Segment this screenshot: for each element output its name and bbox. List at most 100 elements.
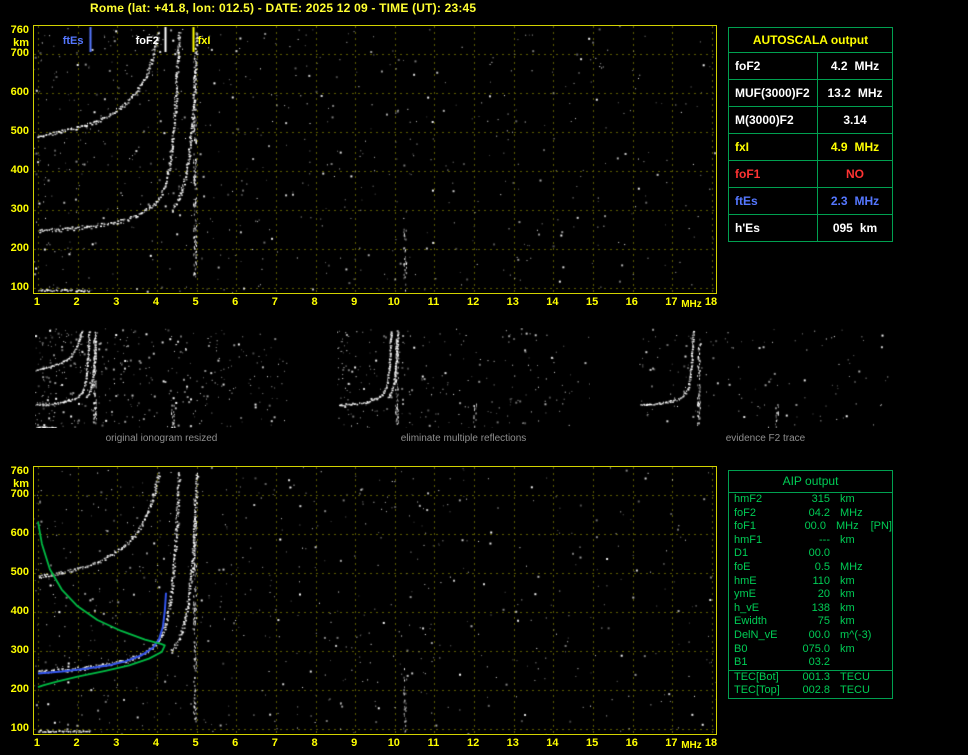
aip-row-hmF2: hmF2 315 km bbox=[729, 493, 892, 507]
value-unit: MHz bbox=[854, 194, 880, 208]
autoscala-row-value: 3.14 bbox=[818, 107, 892, 133]
aip-row-value: 00.0 bbox=[808, 547, 830, 560]
autoscala-table: AUTOSCALA output foF2 4.2 MHz MUF(3000)F2 13… bbox=[728, 27, 893, 242]
x-tick-label: 9 bbox=[351, 296, 358, 308]
aip-row-ymE: ymE 20 km bbox=[729, 588, 892, 602]
aip-row-unit: km bbox=[840, 588, 855, 601]
y-tick-label: 300 bbox=[10, 203, 29, 216]
autoscala-row-foF1: foF1 NO bbox=[729, 161, 892, 188]
aip-row-unit: km bbox=[840, 574, 855, 587]
x-tick-label: 14 bbox=[546, 296, 559, 308]
x-tick-label: 1 bbox=[33, 296, 41, 308]
aip-row-unit: MHz bbox=[835, 520, 859, 533]
x-tick-label: 6 bbox=[232, 737, 239, 749]
autoscala-row-label: MUF(3000)F2 bbox=[729, 80, 818, 106]
y-tick-label: 100 bbox=[10, 281, 29, 294]
aip-row-label: foF2 bbox=[734, 506, 757, 519]
thumbnail-f2-trace bbox=[639, 328, 892, 428]
aip-row-unit: km bbox=[840, 615, 855, 628]
aip-row-unit: TECU bbox=[840, 684, 870, 697]
x-tick-label: 12 bbox=[467, 737, 480, 749]
autoscala-row-label: h'Es bbox=[729, 215, 818, 241]
y-axis-unit-label: km bbox=[13, 36, 29, 49]
autoscala-row-value: 4.2 MHz bbox=[818, 53, 892, 79]
autoscala-row-value: NO bbox=[818, 161, 892, 187]
marker-label-ftEs: ftEs bbox=[62, 35, 84, 47]
autoscala-row-h'Es: h'Es 095 km bbox=[729, 215, 892, 241]
aip-row-h_vE: h_vE 138 km bbox=[729, 602, 892, 616]
marker-label-foF2: foF2 bbox=[135, 35, 159, 47]
x-tick-label: 3 bbox=[113, 296, 120, 308]
thumbnail-caption-f2-trace: evidence F2 trace bbox=[725, 433, 806, 444]
autoscala-row-label: M(3000)F2 bbox=[729, 107, 818, 133]
x-tick-label: 5 bbox=[192, 296, 199, 308]
autoscala-row-label: fxI bbox=[729, 134, 818, 160]
aip-row-label: hmE bbox=[734, 574, 757, 587]
aip-row-label: TEC[Bot] bbox=[734, 670, 779, 683]
aip-row-label: hmF2 bbox=[734, 493, 763, 505]
x-tick-label: 3 bbox=[113, 737, 120, 749]
aip-row-value: 00.0 bbox=[804, 520, 826, 533]
thumbnail-caption-no-multiples: eliminate multiple reflections bbox=[400, 433, 527, 444]
aip-row-unit: MHz bbox=[840, 506, 863, 519]
autoscala-row-ftEs: ftEs 2.3 MHz bbox=[729, 188, 892, 215]
aip-table: AIP output hmF2 315 km foF2 04.2 MHz foF1 00.0 M… bbox=[728, 470, 893, 699]
x-axis-unit-label: MHz bbox=[681, 299, 702, 310]
aip-table-header: AIP output bbox=[729, 471, 892, 493]
x-tick-label: 18 bbox=[704, 296, 718, 308]
autoscala-row-foF2: foF2 4.2 MHz bbox=[729, 53, 892, 80]
aip-row-value: 138 bbox=[811, 601, 830, 614]
value-unit: MHz bbox=[854, 59, 880, 73]
aip-row-unit: km bbox=[840, 601, 855, 614]
x-tick-label: 2 bbox=[73, 737, 80, 749]
x-tick-label: 1 bbox=[33, 737, 41, 749]
x-tick-label: 7 bbox=[271, 737, 278, 749]
autoscala-table-header: AUTOSCALA output bbox=[729, 28, 892, 53]
value-text: 13.2 bbox=[827, 86, 851, 100]
value-unit: MHz bbox=[854, 140, 880, 154]
thumbnail-original-canvas bbox=[35, 328, 288, 428]
aip-row-label: TEC[Top] bbox=[734, 684, 780, 697]
y-tick-label: 500 bbox=[10, 125, 29, 138]
aip-row-unit: TECU bbox=[840, 670, 870, 683]
y-tick-label: 100 bbox=[10, 722, 29, 735]
ionogram-plot-bottom bbox=[33, 466, 717, 735]
y-tick-label: 500 bbox=[10, 566, 29, 579]
y-tick-label: 600 bbox=[10, 527, 29, 540]
aip-row-unit: km bbox=[840, 642, 855, 655]
autoscala-row-value: 13.2 MHz bbox=[818, 80, 892, 106]
x-tick-label: 8 bbox=[311, 737, 318, 749]
aip-row-unit: km bbox=[840, 493, 855, 505]
aip-row-foE: foE 0.5 MHz bbox=[729, 561, 892, 575]
aip-row-label: B1 bbox=[734, 656, 748, 669]
aip-row-value: 20 bbox=[817, 588, 830, 601]
autoscala-row-label: foF2 bbox=[729, 53, 818, 79]
value-text: 3.14 bbox=[843, 113, 867, 127]
y-axis-unit-label: km bbox=[13, 477, 29, 490]
aip-row-D1: D1 00.0 bbox=[729, 547, 892, 561]
page-title: Rome (lat: +41.8, lon: 012.5) - DATE: 20… bbox=[90, 1, 477, 15]
x-tick-label: 14 bbox=[546, 737, 559, 749]
aip-row-value: 0.5 bbox=[814, 560, 830, 573]
aip-row-unit bbox=[830, 656, 840, 670]
value-text: NO bbox=[846, 167, 864, 181]
y-tick-label: 760 bbox=[10, 464, 29, 477]
aip-row-value: 315 bbox=[811, 493, 830, 505]
value-unit: MHz bbox=[857, 86, 883, 100]
aip-row-label: h_vE bbox=[734, 601, 760, 614]
value-text: 2.3 bbox=[830, 194, 848, 208]
aip-row-label: foF1 bbox=[734, 520, 757, 533]
aip-row-value: 00.0 bbox=[808, 628, 830, 641]
x-tick-label: 8 bbox=[311, 296, 318, 308]
autoscala-row-label: foF1 bbox=[729, 161, 818, 187]
y-tick-label: 700 bbox=[10, 47, 29, 60]
aip-row-TEC[Top]: TEC[Top] 002.8 TECU bbox=[729, 684, 892, 698]
aip-row-label: foE bbox=[734, 560, 751, 573]
x-tick-label: 15 bbox=[585, 296, 599, 308]
x-tick-label: 4 bbox=[152, 296, 159, 308]
aip-row-unit: km bbox=[840, 533, 855, 546]
aip-row-unit: MHz bbox=[840, 560, 863, 573]
aip-row-value: --- bbox=[819, 533, 830, 546]
aip-row-value: 001.3 bbox=[802, 670, 830, 683]
aip-table-rows: hmF2 315 km foF2 04.2 MHz foF1 00.0 MHz [PN] hmF1 -… bbox=[729, 493, 892, 698]
